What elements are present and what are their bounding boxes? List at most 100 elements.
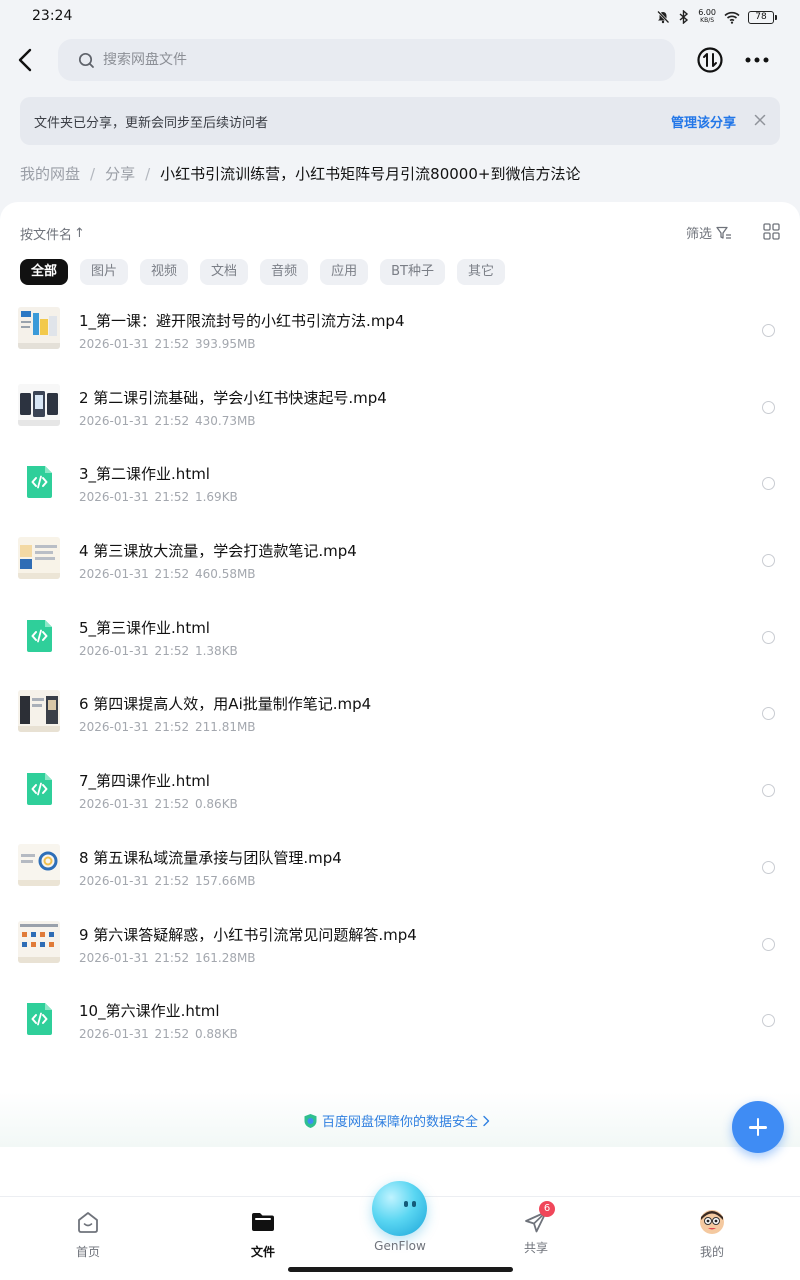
select-checkbox[interactable] <box>762 630 775 644</box>
select-checkbox[interactable] <box>762 400 775 414</box>
html-file-icon <box>18 614 60 656</box>
file-meta: 2026-01-31 21:52 0.88KB <box>79 1027 238 1042</box>
filter-icon <box>716 226 732 239</box>
html-file-icon <box>18 997 60 1039</box>
nav-me[interactable]: 我的 <box>672 1209 752 1260</box>
select-checkbox[interactable] <box>762 554 775 568</box>
file-name: 9 第六课答疑解惑，小红书引流常见问题解答.mp4 <box>79 925 417 944</box>
file-row[interactable]: 10_第六课作业.html 2026-01-31 21:52 0.88KB <box>0 982 800 1059</box>
file-meta: 2026-01-31 21:52 0.86KB <box>79 797 238 812</box>
transfer-button[interactable] <box>696 46 724 74</box>
nav-home[interactable]: 首页 <box>48 1209 128 1260</box>
file-meta: 2026-01-31 21:52 157.66MB <box>79 873 256 888</box>
file-name: 1_第一课：避开限流封号的小红书引流方法.mp4 <box>79 312 405 330</box>
search-box[interactable] <box>58 39 675 81</box>
file-row[interactable]: 6 第四课提高人效，用Ai批量制作笔记.mp4 2026-01-31 21:52… <box>0 675 800 752</box>
file-name: 7_第四课作业.html <box>79 772 210 791</box>
transfer-icon <box>697 47 723 73</box>
select-checkbox[interactable] <box>762 707 775 721</box>
back-button[interactable] <box>14 46 38 74</box>
chip-audio[interactable]: 音频 <box>260 259 309 285</box>
sort-label: 按文件名 <box>20 228 73 243</box>
more-button[interactable] <box>744 50 770 70</box>
breadcrumb-share[interactable]: 分享 <box>105 163 135 184</box>
video-thumbnail <box>18 690 60 733</box>
filter-button[interactable]: 筛选 <box>686 223 732 242</box>
file-meta: 2026-01-31 21:52 161.28MB <box>79 950 256 965</box>
file-row[interactable]: 7_第四课作业.html 2026-01-31 21:52 0.86KB <box>0 752 800 829</box>
file-row[interactable]: 8 第五课私域流量承接与团队管理.mp4 2026-01-31 21:52 15… <box>0 829 800 906</box>
folder-icon <box>252 1213 274 1231</box>
chip-apps[interactable]: 应用 <box>320 259 369 285</box>
video-thumbnail <box>18 383 60 426</box>
sort-arrow-icon: ↑ <box>74 226 85 241</box>
breadcrumb-current-folder: 小红书引流训练营，小红书矩阵号月引流80000+到微信方法论 <box>160 165 581 183</box>
file-name: 8 第五课私域流量承接与团队管理.mp4 <box>79 848 342 867</box>
video-thumbnail <box>18 843 60 886</box>
file-row[interactable]: 2 第二课引流基础，学会小红书快速起号.mp4 2026-01-31 21:52… <box>0 369 800 446</box>
nav-files[interactable]: 文件 <box>223 1209 303 1260</box>
safety-banner-text: 百度网盘保障你的数据安全 <box>322 1115 479 1130</box>
file-row[interactable]: 9 第六课答疑解惑，小红书引流常见问题解答.mp4 2026-01-31 21:… <box>0 906 800 983</box>
file-name: 2 第二课引流基础，学会小红书快速起号.mp4 <box>79 388 387 407</box>
mute-icon <box>657 10 670 24</box>
category-filter-chips: 全部 图片 视频 文档 音频 应用 BT种子 其它 <box>20 259 505 285</box>
battery-icon: 78 <box>748 10 777 24</box>
chip-images[interactable]: 图片 <box>80 259 129 285</box>
file-meta: 2026-01-31 21:52 393.95MB <box>79 337 256 351</box>
file-meta: 2026-01-31 21:52 211.81MB <box>79 720 256 735</box>
file-meta: 2026-01-31 21:52 1.69KB <box>79 490 238 505</box>
file-panel: 按文件名 ↑ 筛选 全部 图片 视频 文档 音频 应用 BT种子 其它 1_第一… <box>0 202 800 1202</box>
file-name: 5_第三课作业.html <box>79 618 210 637</box>
search-input[interactable] <box>103 52 623 68</box>
select-checkbox[interactable] <box>762 477 775 491</box>
select-checkbox[interactable] <box>762 1014 775 1028</box>
chip-others[interactable]: 其它 <box>456 259 505 285</box>
notification-badge: 6 <box>539 1201 555 1217</box>
nav-home-label: 首页 <box>75 1245 100 1259</box>
breadcrumb: 我的网盘 / 分享 / 小红书引流训练营，小红书矩阵号月引流80000+到微信方… <box>20 163 580 184</box>
breadcrumb-separator: / <box>145 164 151 183</box>
breadcrumb-my-drive[interactable]: 我的网盘 <box>20 163 80 184</box>
nav-me-label: 我的 <box>699 1245 724 1259</box>
breadcrumb-separator: / <box>90 164 96 183</box>
chip-bt-torrents[interactable]: BT种子 <box>380 259 445 285</box>
avatar-icon <box>700 1210 724 1234</box>
nav-genflow-label[interactable]: GenFlow <box>360 1239 440 1253</box>
status-icons: 6.00 KB/S 78 <box>656 8 777 26</box>
file-row[interactable]: 3_第二课作业.html 2026-01-31 21:52 1.69KB <box>0 445 800 522</box>
safety-banner[interactable]: 百度网盘保障你的数据安全 <box>0 1092 800 1147</box>
chip-all[interactable]: 全部 <box>20 259 69 285</box>
file-name: 10_第六课作业.html <box>79 1002 220 1021</box>
nav-share[interactable]: 6 共享 <box>496 1201 576 1256</box>
status-time: 23:24 <box>32 8 73 24</box>
select-checkbox[interactable] <box>762 784 775 798</box>
shield-icon <box>304 1113 317 1128</box>
chip-documents[interactable]: 文档 <box>200 259 249 285</box>
add-button[interactable] <box>732 1101 784 1153</box>
file-meta: 2026-01-31 21:52 1.38KB <box>79 643 238 658</box>
chip-videos[interactable]: 视频 <box>140 259 189 285</box>
file-list: 1_第一课：避开限流封号的小红书引流方法.mp4 2026-01-31 21:5… <box>0 292 800 1059</box>
video-thumbnail <box>18 537 60 580</box>
sort-button[interactable]: 按文件名 ↑ <box>20 224 85 243</box>
genflow-orb-icon[interactable] <box>372 1181 427 1236</box>
file-name: 3_第二课作业.html <box>79 465 210 484</box>
status-bar: 23:24 6.00 KB/S 78 <box>0 0 800 34</box>
select-checkbox[interactable] <box>762 324 775 337</box>
file-row[interactable]: 4 第三课放大流量，学会打造款笔记.mp4 2026-01-31 21:52 4… <box>0 522 800 599</box>
file-row[interactable]: 1_第一课：避开限流封号的小红书引流方法.mp4 2026-01-31 21:5… <box>0 292 800 369</box>
home-icon <box>78 1212 98 1233</box>
bluetooth-icon <box>679 10 689 24</box>
file-row[interactable]: 5_第三课作业.html 2026-01-31 21:52 1.38KB <box>0 599 800 676</box>
select-checkbox[interactable] <box>762 937 775 951</box>
video-thumbnail <box>18 920 60 963</box>
net-speed: 6.00 KB/S <box>698 8 716 25</box>
manage-share-link[interactable]: 管理该分享 <box>671 112 736 131</box>
close-icon[interactable] <box>753 113 767 127</box>
search-icon <box>78 52 94 68</box>
file-name: 6 第四课提高人效，用Ai批量制作笔记.mp4 <box>79 695 372 714</box>
select-checkbox[interactable] <box>762 860 775 874</box>
grid-view-icon[interactable] <box>763 223 780 240</box>
safety-banner-content: 百度网盘保障你的数据安全 <box>303 1111 490 1130</box>
